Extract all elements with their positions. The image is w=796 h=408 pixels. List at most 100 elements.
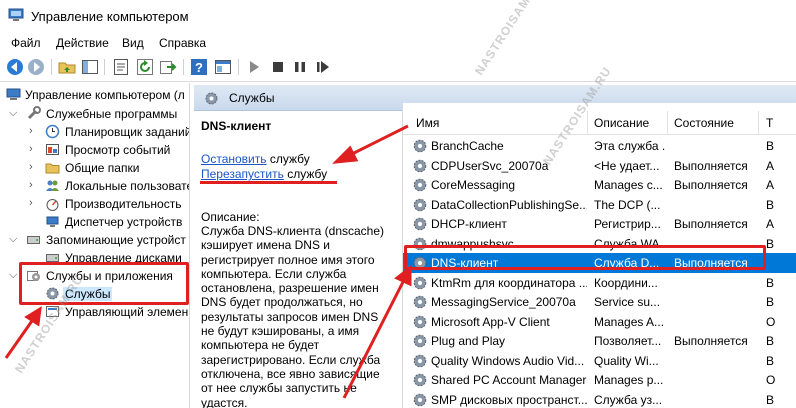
column-header-type[interactable]: Т	[766, 116, 773, 130]
tree-item-computer-management[interactable]: Управление компьютером (л	[0, 86, 189, 104]
gear-icon	[412, 216, 428, 232]
pause-icon[interactable]	[291, 58, 309, 76]
tree-label: Производительность	[65, 197, 182, 211]
column-header-status[interactable]: Состояние	[674, 116, 734, 130]
annotation-box-dns-row	[404, 245, 766, 270]
tree-label: Управляющий элемен	[65, 305, 189, 319]
properties-icon[interactable]	[112, 58, 130, 76]
tree-label: Управление компьютером (л	[25, 88, 185, 102]
tree-item-storage[interactable]: ⌵ Запоминающие устройст	[0, 231, 189, 249]
service-description: The DCP (...	[594, 197, 661, 212]
service-name: DHCP-клиент	[431, 217, 507, 231]
collapsed-chevron-icon[interactable]: ›	[29, 161, 39, 173]
column-header-name[interactable]: Имя	[416, 116, 439, 130]
tree-label: Планировщик заданий	[65, 125, 190, 139]
column-header-description[interactable]: Описание	[594, 116, 649, 130]
device-manager-icon	[46, 216, 59, 227]
tree-item-system-tools[interactable]: ⌵ Служебные программы	[0, 105, 189, 123]
service-row[interactable]: MessagingService_20070a Service su... В	[403, 292, 796, 312]
service-description: Регистрир...	[594, 217, 661, 231]
tree-item-local-users[interactable]: › Локальные пользовате	[0, 177, 189, 195]
gear-icon	[412, 333, 428, 349]
description-text: Служба DNS-клиента (dnscache) кэширует и…	[201, 224, 385, 408]
up-folder-icon[interactable]	[58, 58, 76, 76]
menu-action[interactable]: Действие	[56, 36, 109, 50]
service-row[interactable]: CDPUserSvc_20070a <Не удает... Выполняется…	[403, 156, 796, 176]
service-description: Quality Wi...	[594, 353, 659, 368]
service-name: Quality Windows Audio Vid...	[431, 353, 585, 368]
service-row[interactable]: Microsoft App-V Client Manages A... О	[403, 312, 796, 332]
collapsed-chevron-icon[interactable]: ›	[29, 197, 39, 209]
service-startup-type: О	[766, 314, 776, 329]
service-row[interactable]: Quality Windows Audio Vid... Quality Wi..…	[403, 351, 796, 371]
tree-item-task-scheduler[interactable]: › Планировщик заданий	[0, 123, 190, 141]
toolbar: ?	[0, 54, 796, 82]
menu-file[interactable]: Файл	[11, 36, 41, 50]
service-row[interactable]: DataCollectionPublishingSe... The DCP (..…	[403, 195, 796, 215]
service-description: Позволяет...	[594, 334, 662, 348]
service-row[interactable]: KtmRm для координатора ... Координи... В	[403, 273, 796, 293]
tree-item-shared-folders[interactable]: › Общие папки	[0, 159, 189, 177]
collapsed-chevron-icon[interactable]: ›	[29, 143, 39, 155]
service-startup-type: В	[766, 275, 775, 290]
tree-item-event-viewer[interactable]: › Просмотр событий	[0, 141, 189, 159]
service-row[interactable]: Shared PC Account Manager Manages p... О	[403, 370, 796, 390]
collapsed-chevron-icon[interactable]: ›	[29, 179, 39, 191]
service-name: KtmRm для координатора ...	[431, 275, 587, 290]
title-bar: Управление компьютером	[0, 0, 796, 32]
service-description: Служба уз...	[594, 392, 663, 407]
service-startup-type: В	[766, 197, 775, 212]
service-startup-type: В	[766, 139, 775, 153]
service-name: SMP дисковых пространст...	[431, 392, 587, 407]
service-row[interactable]: BranchCache Эта служба ... В	[403, 136, 796, 156]
description-label: Описание:	[201, 210, 260, 224]
expanded-chevron-icon[interactable]: ⌵	[9, 233, 19, 245]
restart-icon[interactable]	[314, 58, 332, 76]
service-row[interactable]: SMP дисковых пространст... Служба уз... В	[403, 390, 796, 408]
tools-icon	[27, 106, 41, 120]
refresh-icon[interactable]	[136, 58, 154, 76]
export-icon[interactable]	[159, 58, 177, 76]
collapsed-chevron-icon[interactable]: ›	[29, 125, 39, 137]
service-startup-type: О	[766, 373, 776, 387]
forward-icon[interactable]	[27, 58, 45, 76]
menu-view[interactable]: Вид	[122, 36, 144, 50]
expanded-chevron-icon[interactable]: ⌵	[9, 269, 19, 281]
expanded-chevron-icon[interactable]: ⌵	[9, 107, 19, 119]
service-name: CoreMessaging	[431, 178, 516, 192]
tree-label: Общие папки	[65, 161, 140, 175]
gear-icon	[412, 177, 428, 193]
help-icon[interactable]: ?	[190, 58, 208, 76]
service-startup-type: В	[766, 392, 775, 407]
menu-bar: Файл Действие Вид Справка	[0, 32, 796, 54]
service-row[interactable]: Plug and Play Позволяет... Выполняется В	[403, 331, 796, 351]
service-startup-type: В	[766, 236, 775, 251]
gear-icon	[205, 92, 218, 105]
restart-service-link[interactable]: Перезапустить	[201, 167, 284, 181]
service-status: Выполняется	[674, 217, 748, 231]
shared-folder-icon	[45, 163, 60, 174]
stop-icon[interactable]	[269, 58, 287, 76]
selected-service-name: DNS-клиент	[201, 119, 272, 133]
back-icon[interactable]	[6, 58, 24, 76]
tree-item-wmi-control[interactable]: Управляющий элемен	[0, 303, 189, 321]
tree-label: Диспетчер устройств	[65, 215, 183, 229]
window-title: Управление компьютером	[31, 9, 189, 24]
service-row[interactable]: DHCP-клиент Регистрир... Выполняется А	[403, 214, 796, 234]
annotation-box-services-tree	[19, 262, 189, 305]
gear-icon	[412, 158, 428, 174]
play-icon[interactable]	[245, 58, 263, 76]
menu-help[interactable]: Справка	[159, 36, 206, 50]
svg-text:?: ?	[195, 60, 203, 75]
event-viewer-icon	[46, 144, 59, 155]
service-startup-type: В	[766, 295, 775, 309]
service-row[interactable]: CoreMessaging Manages c... Выполняется А	[403, 175, 796, 195]
console-tree-icon[interactable]	[214, 58, 232, 76]
stop-service-link[interactable]: Остановить	[201, 152, 267, 166]
tree-item-performance[interactable]: › Производительность	[0, 195, 189, 213]
tree-item-device-manager[interactable]: Диспетчер устройств	[0, 213, 189, 231]
service-description: Координи...	[594, 275, 658, 290]
gear-icon	[412, 372, 428, 388]
storage-icon	[27, 236, 40, 244]
show-hide-tree-icon[interactable]	[81, 58, 99, 76]
